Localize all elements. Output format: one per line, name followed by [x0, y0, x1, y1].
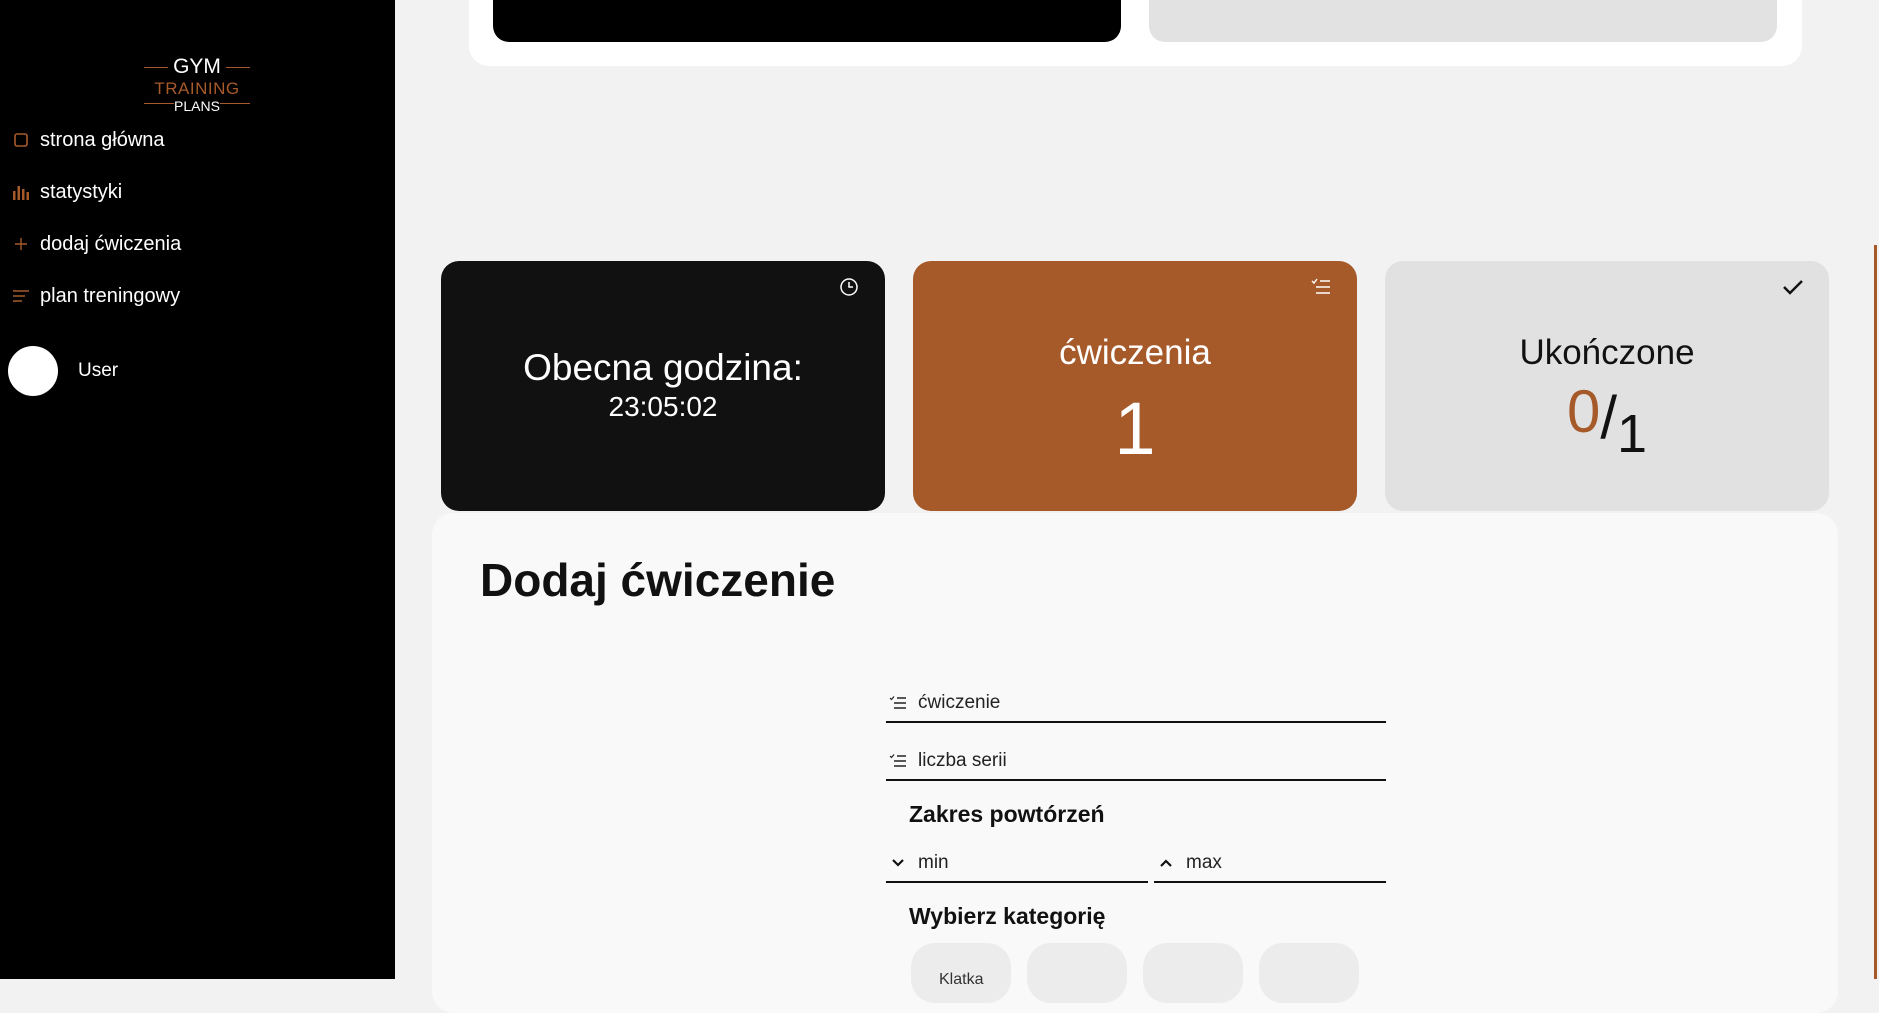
current-time-card: Obecna godzina: 23:05:02	[441, 261, 885, 511]
reps-range-label: Zakres powtórzeń	[909, 801, 1105, 827]
logo-gym: GYM	[173, 55, 221, 78]
completed-title: Ukończone	[1519, 333, 1695, 372]
min-reps-field[interactable]: min	[886, 845, 1148, 883]
exercise-placeholder: ćwiczenie	[918, 692, 1001, 713]
exercises-title: ćwiczenia	[1059, 333, 1211, 372]
max-reps-field[interactable]: max	[1154, 845, 1386, 883]
sidebar-item-label: strona główna	[40, 128, 165, 151]
top-grey-card	[1149, 0, 1777, 42]
square-icon	[12, 131, 30, 149]
top-card-container	[469, 0, 1802, 66]
top-dark-card	[493, 0, 1121, 42]
plus-icon	[12, 235, 30, 253]
chevron-up-icon	[1156, 853, 1176, 873]
exercise-field[interactable]: ćwiczenie	[886, 685, 1386, 723]
checklist-icon	[888, 751, 908, 771]
scrollbar[interactable]	[1865, 0, 1879, 979]
min-placeholder: min	[918, 852, 949, 873]
category-option[interactable]	[1259, 943, 1359, 1003]
check-icon	[1781, 275, 1805, 299]
current-time-title: Obecna godzina:	[523, 347, 803, 388]
exercises-count: 1	[1114, 387, 1156, 470]
completed-card: Ukończone 0/1	[1385, 261, 1829, 511]
exercises-card: ćwiczenia 1	[913, 261, 1357, 511]
list-icon	[12, 287, 30, 305]
total-count: 1	[1617, 404, 1648, 464]
sets-field[interactable]: liczba serii	[886, 743, 1386, 781]
sidebar-item-label: dodaj ćwiczenia	[40, 232, 182, 255]
chevron-down-icon	[888, 853, 908, 873]
scrollbar-thumb[interactable]	[1874, 245, 1877, 979]
logo-plans: PLANS	[174, 98, 220, 114]
category-option-label: Klatka	[939, 971, 984, 988]
clock-icon	[837, 275, 861, 299]
sidebar-item-label: plan treningowy	[40, 284, 181, 307]
avatar[interactable]	[8, 346, 58, 396]
sidebar-item-home[interactable]: strona główna	[12, 125, 165, 155]
sidebar: GYM TRAINING PLANS strona główna statyst…	[0, 0, 395, 979]
category-option[interactable]: Klatka	[911, 943, 1011, 1003]
logo-training: TRAINING	[154, 79, 240, 98]
category-option[interactable]	[1027, 943, 1127, 1003]
bar-chart-icon	[12, 183, 30, 201]
sidebar-item-training-plan[interactable]: plan treningowy	[12, 281, 180, 311]
sidebar-item-add-exercises[interactable]: dodaj ćwiczenia	[12, 229, 181, 259]
category-option[interactable]	[1143, 943, 1243, 1003]
sidebar-item-stats[interactable]: statystyki	[12, 177, 122, 207]
completed-fraction: 0/1	[1385, 378, 1829, 464]
category-label: Wybierz kategorię	[909, 903, 1106, 929]
page-title: Dodaj ćwiczenie	[480, 554, 836, 606]
checklist-icon	[888, 693, 908, 713]
max-placeholder: max	[1186, 852, 1222, 873]
completed-count: 0	[1566, 378, 1601, 445]
user-name: User	[78, 360, 119, 381]
sidebar-item-label: statystyki	[40, 180, 123, 203]
user-profile[interactable]: User	[8, 346, 118, 396]
current-time-value: 23:05:02	[608, 391, 718, 422]
checklist-icon	[1309, 275, 1333, 299]
fraction-slash: /	[1600, 384, 1617, 451]
logo[interactable]: GYM TRAINING PLANS	[144, 55, 250, 114]
sets-placeholder: liczba serii	[918, 750, 1007, 771]
add-exercise-panel: Dodaj ćwiczenie ćwiczenie liczba serii Z…	[432, 513, 1838, 1013]
